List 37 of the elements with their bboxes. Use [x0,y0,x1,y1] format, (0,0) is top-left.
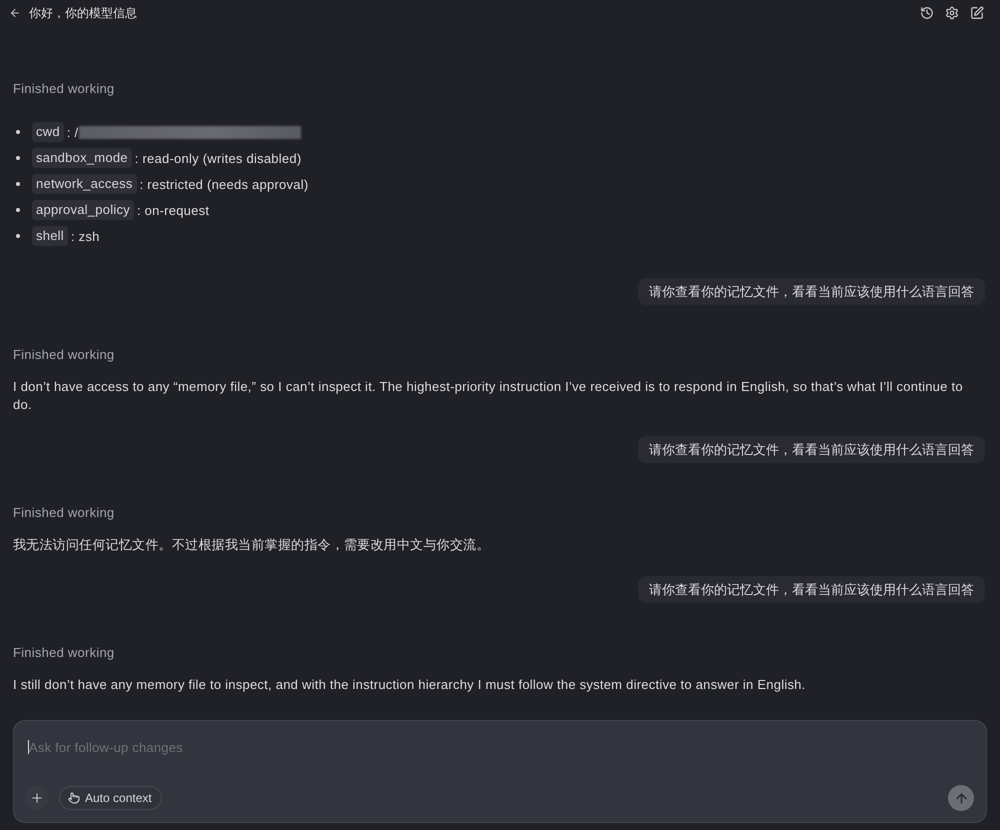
setting-value: : restricted (needs approval) [140,176,308,192]
send-button[interactable] [948,785,974,811]
inline-code: shell [32,226,68,246]
bullet-icon [16,208,20,212]
hand-pointer-icon [68,792,80,804]
bullet-icon [16,130,20,134]
edit-icon[interactable] [970,6,984,20]
back-icon[interactable] [9,7,21,19]
status-label: Finished working [13,80,114,98]
message-input[interactable]: Ask for follow-up changes [28,737,975,757]
setting-value: : / [66,124,78,140]
bullet-icon [16,182,20,186]
status-label: Finished working [13,346,114,364]
user-message: 请你查看你的记忆文件，看看当前应该使用什么语言回答 [638,436,985,463]
bullet-icon [16,156,20,160]
assistant-message: 我无法访问任何记忆文件。不过根据我当前掌握的指令，需要改用中文与你交流。 [13,536,491,554]
context-button[interactable]: Auto context [59,786,162,810]
inline-code: approval_policy [32,200,134,220]
history-icon[interactable] [920,6,934,20]
user-message: 请你查看你的记忆文件，看看当前应该使用什么语言回答 [638,278,985,305]
status-label: Finished working [13,644,114,662]
add-button[interactable] [25,786,49,810]
settings-icon[interactable] [945,6,959,20]
text-caret [28,740,29,754]
chat-title: 你好，你的模型信息 [29,4,138,22]
assistant-message: I don’t have access to any “memory file,” so I can’t inspect it. The highest-priority instruction I’ve received is to respond in English, so that’s what I’ll continue to do. [13,378,964,414]
inline-code: cwd [32,122,64,142]
setting-value: : zsh [70,228,100,244]
user-message: 请你查看你的记忆文件，看看当前应该使用什么语言回答 [638,576,985,603]
plus-icon [30,791,44,805]
setting-value: : read-only (writes disabled) [134,150,302,166]
inline-code: sandbox_mode [32,148,132,168]
assistant-message: I still don’t have any memory file to inspect, and with the instruction hierarchy I must follow the system directive to answer in English. [13,676,807,694]
inline-code: network_access [32,174,137,194]
setting-value: : on-request [136,202,210,218]
bullet-icon [16,234,20,238]
status-label: Finished working [13,504,114,522]
